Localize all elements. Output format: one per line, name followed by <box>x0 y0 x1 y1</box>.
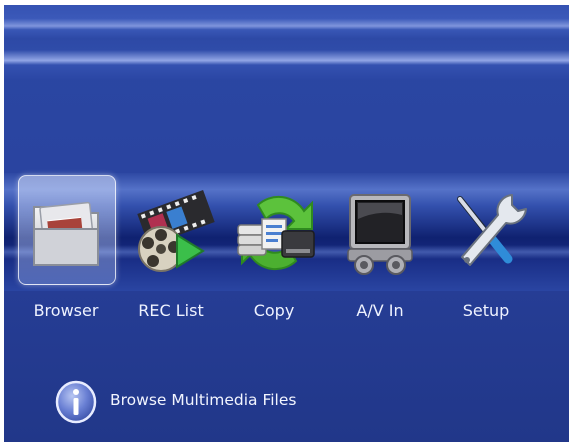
menu-item-rec-list[interactable]: REC List <box>119 173 223 338</box>
folder-icon <box>33 201 99 266</box>
info-icon <box>55 380 97 424</box>
menu-item-label: Copy <box>253 301 295 320</box>
info-text: Browse Multimedia Files <box>110 391 297 409</box>
menu-item-browser[interactable]: Browser <box>14 173 118 338</box>
menu-item-label: Browser <box>33 301 99 320</box>
menu-item-label: Setup <box>462 301 510 320</box>
menu-item-setup[interactable]: Setup <box>434 173 538 338</box>
header-band <box>4 5 569 80</box>
info-bar: Browse Multimedia Files <box>54 379 454 425</box>
menu-item-copy[interactable]: Copy <box>222 173 326 338</box>
tools-icon <box>457 194 527 266</box>
menu-item-label: A/V In <box>356 301 404 320</box>
media-player-screen: Browser REC List Copy A/V In Setup Brows… <box>4 5 569 442</box>
menu-item-label: REC List <box>138 301 204 320</box>
film-reel-icon <box>137 190 215 272</box>
tv-monitor-icon <box>347 194 413 275</box>
menu-item-av-in[interactable]: A/V In <box>328 173 432 338</box>
copy-sync-icon <box>237 195 315 271</box>
